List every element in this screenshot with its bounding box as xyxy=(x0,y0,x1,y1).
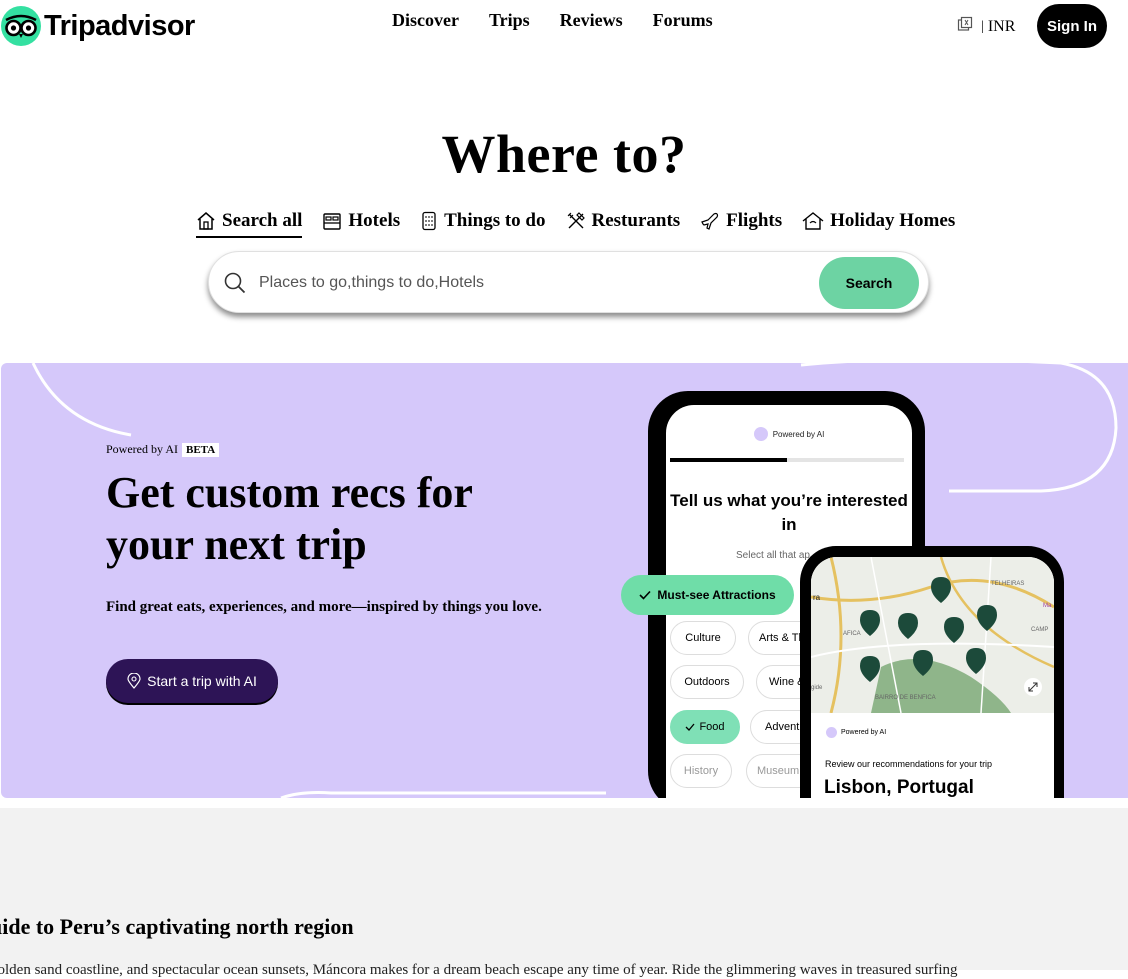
owl-logo-icon xyxy=(1,6,41,46)
article-title[interactable]: uide to Peru’s captivating north region xyxy=(0,914,354,940)
home-icon xyxy=(802,212,824,230)
currency-label: INR xyxy=(987,17,1016,35)
chip-label: Food xyxy=(699,721,725,733)
tab-holiday-homes[interactable]: Holiday Homes xyxy=(802,210,955,236)
phone2-powered-by: Powered by AI xyxy=(826,727,886,738)
phone-powered-text: Powered by AI xyxy=(772,429,825,439)
beta-badge: BETA xyxy=(182,442,220,457)
tab-restaurants[interactable]: Resturants xyxy=(566,210,681,236)
nav-trips[interactable]: Trips xyxy=(489,10,530,31)
logo-text: Tripadvisor xyxy=(44,9,195,42)
tab-label: Flights xyxy=(726,210,783,231)
search-bar: Search xyxy=(208,251,929,313)
chip-label: Must-see Attractions xyxy=(657,588,776,602)
page-title: Where to? xyxy=(441,124,687,184)
article-description: golden sand coastline, and spectacular o… xyxy=(0,962,958,978)
nav-discover[interactable]: Discover xyxy=(392,10,459,31)
cta-label: Start a trip with AI xyxy=(147,673,257,689)
tab-label: Search all xyxy=(222,210,303,231)
map-label-telheiras: TELHEIRAS xyxy=(991,581,1025,587)
map-label-camp: CAMP xyxy=(1031,627,1049,633)
check-icon xyxy=(685,723,695,731)
search-button[interactable]: Search xyxy=(819,257,919,309)
map-label-ra: ra xyxy=(813,593,821,602)
tab-things-to-do[interactable]: Things to do xyxy=(420,210,546,236)
main-nav: Discover Trips Reviews Forums xyxy=(392,10,743,31)
tab-label: Hotels xyxy=(348,210,401,231)
plane-icon xyxy=(701,212,719,230)
location-pin-icon xyxy=(127,673,141,689)
ai-icon xyxy=(826,727,837,738)
phone-mockup-map: TELHEIRAS CAMP BAIRRO DE BENFICA AFICA r… xyxy=(800,546,1064,798)
tab-label: Holiday Homes xyxy=(830,210,956,231)
map-label-gide: gide xyxy=(811,685,823,691)
nav-reviews[interactable]: Reviews xyxy=(560,10,623,31)
site-header: Tripadvisor Discover Trips Reviews Forum… xyxy=(0,0,1128,52)
currency-selector[interactable]: | INR xyxy=(957,16,1015,37)
ticket-icon xyxy=(422,211,436,231)
fork-knife-icon xyxy=(567,212,585,229)
powered-by-text: Powered by AI xyxy=(106,442,178,456)
phone-screen: TELHEIRAS CAMP BAIRRO DE BENFICA AFICA r… xyxy=(811,557,1054,798)
ai-promo-banner: Powered by AI BETA Get custom recs for y… xyxy=(1,363,1128,798)
phone-powered-by: Powered by AI xyxy=(666,427,912,441)
tab-label: Resturants xyxy=(591,210,681,231)
check-icon xyxy=(639,590,651,600)
progress-fill xyxy=(670,458,787,462)
tab-flights[interactable]: Flights xyxy=(700,210,782,236)
search-icon xyxy=(223,271,247,300)
currency-icon xyxy=(957,16,973,37)
chip-culture[interactable]: Culture xyxy=(670,621,736,655)
house-icon xyxy=(197,212,215,230)
chip-history[interactable]: History xyxy=(670,754,732,788)
chip-food[interactable]: Food xyxy=(670,710,740,744)
chip-outdoors[interactable]: Outdoors xyxy=(670,665,744,699)
search-input[interactable] xyxy=(257,266,817,300)
start-trip-with-ai-button[interactable]: Start a trip with AI xyxy=(106,659,278,703)
destination-city: Lisbon, Portugal xyxy=(824,777,974,798)
powered-by-ai-label: Powered by AI BETA xyxy=(106,442,220,457)
tab-hotels[interactable]: Hotels xyxy=(322,210,400,236)
map-label-benfica: BAIRRO DE BENFICA xyxy=(875,695,936,701)
progress-bar xyxy=(670,458,904,462)
select-hint: Select all that ap xyxy=(736,550,810,561)
bed-icon xyxy=(323,213,342,230)
phone2-powered-text: Powered by AI xyxy=(841,729,887,736)
article-section: uide to Peru’s captivating north region … xyxy=(0,808,1128,978)
map-label-ma: Ma xyxy=(1043,603,1052,609)
ai-icon xyxy=(753,427,768,441)
banner-description: Find great eats, experiences, and more—i… xyxy=(106,599,542,615)
must-see-attractions-chip[interactable]: Must-see Attractions xyxy=(621,575,794,615)
tab-label: Things to do xyxy=(444,210,546,231)
sign-in-button[interactable]: Sign In xyxy=(1037,4,1107,48)
map-label-africa: AFICA xyxy=(843,631,861,637)
map-view: TELHEIRAS CAMP BAIRRO DE BENFICA AFICA r… xyxy=(811,557,1054,714)
interest-question: Tell us what you’re interested in xyxy=(670,491,908,534)
tab-search-all[interactable]: Search all xyxy=(196,210,303,238)
currency-separator: | xyxy=(981,18,984,34)
banner-title: Get custom recs for your next trip xyxy=(106,468,473,569)
nav-forums[interactable]: Forums xyxy=(653,10,713,31)
tripadvisor-logo[interactable]: Tripadvisor xyxy=(1,5,195,47)
review-recommendations-text: Review our recommendations for your trip xyxy=(825,759,993,769)
search-category-tabs: Search all Hotels Things to do Resturant… xyxy=(196,210,975,238)
